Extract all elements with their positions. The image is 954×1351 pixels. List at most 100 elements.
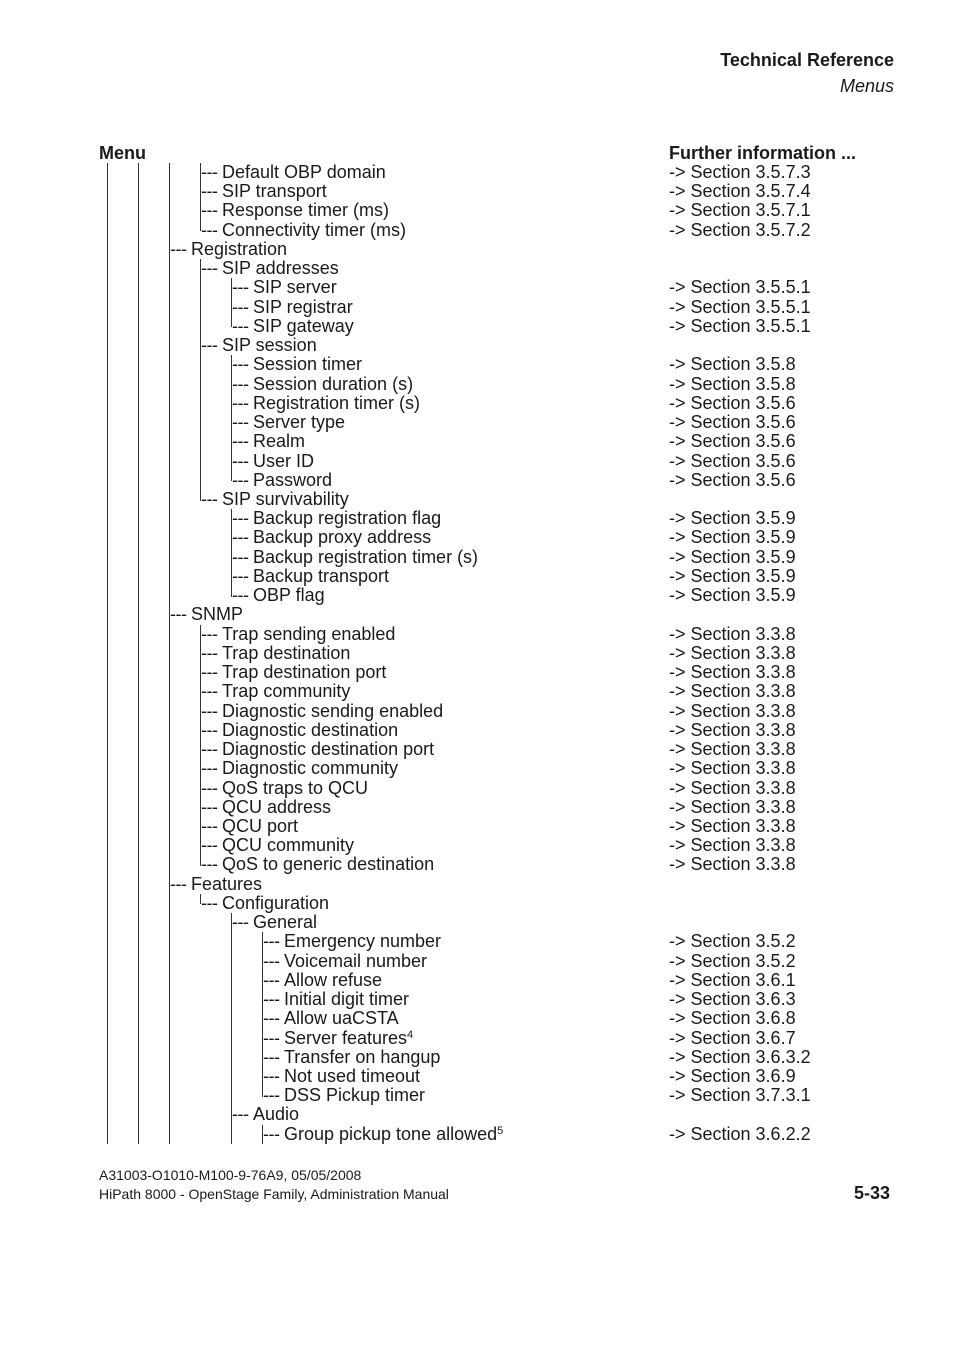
menu-item-label: --- SNMP (170, 605, 243, 624)
menu-item-text: QCU port (221, 815, 299, 836)
tree-guide-line (138, 778, 139, 798)
footnote-marker: 4 (407, 1028, 414, 1041)
tree-guide-line (231, 1124, 232, 1144)
tree-guide-line (138, 451, 139, 471)
menu-item-text: SIP session (221, 335, 317, 356)
tree-guide-line (138, 913, 139, 933)
tree-branch-dash: --- (232, 354, 253, 375)
tree-guide-line (138, 470, 139, 490)
menu-item-text: QCU community (221, 835, 355, 856)
menu-tree: --- Default OBP domain -> Section 3.5.7.3… (0, 163, 954, 1144)
menu-item-text: Not used timeout (283, 1066, 421, 1087)
menu-item-text: SIP survivability (221, 488, 349, 509)
tree-guide-line (138, 355, 139, 375)
tree-guide-line (107, 547, 108, 567)
menu-item-label: --- Transfer on hangup (263, 1046, 440, 1067)
tree-branch-dash: --- (201, 835, 222, 856)
menu-item-text: Allow refuse (283, 969, 383, 990)
tree-branch-dash: --- (201, 739, 222, 760)
tree-guide-line (138, 586, 139, 606)
tree-guide-line (138, 970, 139, 991)
section-reference: -> Section 3.6.9 (669, 1066, 796, 1087)
section-reference: -> Section 3.3.8 (669, 777, 796, 798)
tree-guide-line (138, 932, 139, 952)
tree-guide-line (169, 1086, 170, 1106)
tree-guide-line (107, 432, 108, 452)
tree-guide-line (169, 374, 170, 394)
tree-guide-line (138, 528, 139, 548)
menu-row: --- Diagnostic sending enabled -> Section… (0, 701, 954, 721)
menu-row: --- Trap destination port -> Section 3.3.… (0, 663, 954, 683)
tree-guide-line (107, 259, 108, 279)
tree-branch-dash: --- (232, 431, 253, 452)
tree-guide-line (107, 1009, 108, 1029)
tree-branch-dash: --- (201, 854, 222, 875)
tree-guide-line (107, 970, 108, 991)
tree-guide-line (138, 855, 139, 875)
tree-guide-line (107, 201, 108, 221)
tree-guide-line (138, 201, 139, 221)
tree-guide-line (169, 566, 170, 587)
tree-guide-line (169, 624, 170, 644)
tree-branch-dash: --- (201, 488, 222, 509)
tree-guide-line (138, 1047, 139, 1068)
menu-item-label: --- Diagnostic destination port (201, 740, 434, 759)
tree-branch-dash: --- (201, 162, 222, 182)
menu-item-text: QCU address (221, 796, 332, 817)
menu-item-text: Default OBP domain (221, 162, 386, 182)
tree-branch-dash: --- (232, 392, 253, 413)
tree-branch-dash: --- (201, 200, 222, 221)
tree-guide-line (169, 855, 170, 875)
menu-row: --- Backup transport -> Section 3.5.9 (0, 566, 954, 587)
tree-guide-line (169, 470, 170, 490)
tree-guide-line (138, 547, 139, 567)
menu-row: --- SIP gateway -> Section 3.5.5.1 (0, 315, 954, 337)
tree-guide-line (169, 1028, 170, 1048)
tree-guide-line (200, 297, 201, 317)
menu-item-text: SIP transport (221, 181, 327, 202)
menu-row: --- Emergency number -> Section 3.5.2 (0, 932, 954, 952)
menu-row: --- QCU address -> Section 3.3.8 (0, 796, 954, 817)
menu-item-text: Configuration (221, 892, 330, 913)
menu-item-text: General (252, 912, 318, 933)
tree-guide-line (169, 413, 170, 433)
menu-item-text: Server features (283, 1027, 408, 1048)
tree-guide-line (107, 836, 108, 856)
tree-guide-line (169, 451, 170, 471)
tree-guide-line (138, 874, 139, 894)
menu-row: --- Connectivity timer (ms) -> Section 3.… (0, 219, 954, 240)
tree-guide-line (107, 624, 108, 644)
tree-guide-line (107, 509, 108, 529)
tree-guide-line (169, 759, 170, 779)
section-reference: -> Section 3.3.8 (669, 796, 796, 817)
tree-branch-dash: --- (263, 1046, 284, 1067)
tree-guide-line (107, 778, 108, 798)
menu-item-label: --- Trap community (201, 682, 350, 701)
tree-guide-line (107, 816, 108, 837)
menu-item-text: SIP gateway (252, 315, 354, 336)
menu-item-label: --- Backup registration timer (s) (232, 547, 478, 567)
tree-guide-line (107, 797, 108, 817)
section-title: Technical Reference (720, 50, 894, 70)
tree-guide-line (169, 913, 170, 933)
tree-guide-line (107, 1067, 108, 1087)
tree-guide-line (138, 1124, 139, 1144)
menu-item-label: --- SIP survivability (201, 488, 349, 509)
section-reference: -> Section 3.5.9 (669, 527, 796, 548)
menu-row: --- SIP server -> Section 3.5.5.1 (0, 278, 954, 298)
tree-guide-line (200, 355, 201, 375)
tree-guide-line (107, 874, 108, 894)
menu-item-text: Server type (252, 412, 346, 433)
menu-row: --- QCU community -> Section 3.3.8 (0, 835, 954, 856)
section-reference: -> Section 3.5.8 (669, 354, 796, 375)
tree-guide-line (169, 682, 170, 702)
menu-row: --- Initial digit timer -> Section 3.6.3 (0, 990, 954, 1010)
menu-row: --- Server features4 -> Section 3.6.7 (0, 1027, 954, 1048)
tree-guide-line (107, 528, 108, 548)
tree-guide-line (107, 297, 108, 317)
menu-item-text: Backup registration flag (252, 508, 442, 529)
tree-guide-line (138, 297, 139, 317)
tree-guide-line (169, 182, 170, 202)
tree-guide-line (107, 566, 108, 587)
tree-branch-dash: --- (201, 219, 222, 240)
